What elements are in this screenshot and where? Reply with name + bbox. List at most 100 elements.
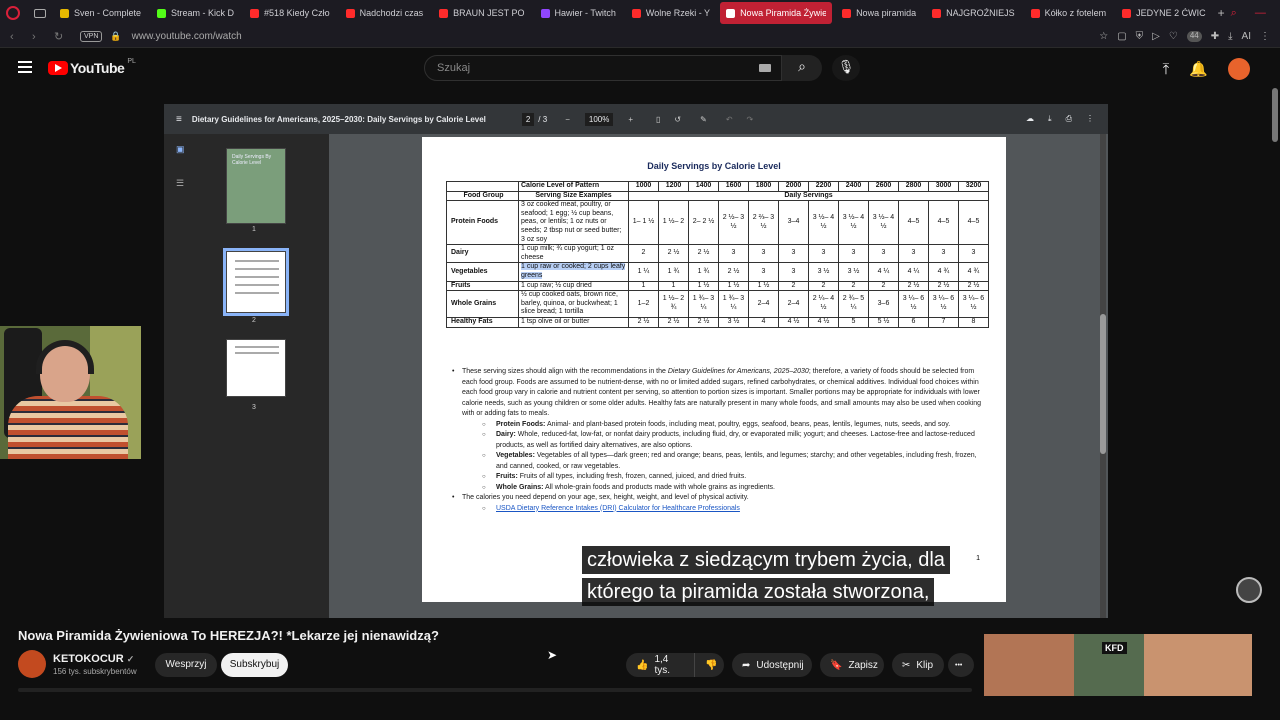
thumbnail-page-2[interactable] (223, 248, 289, 316)
thumbnail-person-right (1144, 634, 1252, 696)
table-cell: 3 (778, 262, 809, 282)
definition-term: Dairy: (496, 431, 516, 438)
browser-tab[interactable]: #518 Kiedy Czło (244, 2, 336, 24)
dri-calculator-link[interactable]: USDA Dietary Reference Intakes (DRI) Cal… (496, 505, 740, 512)
zoom-out-icon[interactable]: − (565, 115, 570, 124)
browser-tab[interactable]: Nadchodzi czas (340, 2, 430, 24)
window-controls: ⌕ — ❐ ✕ (1231, 7, 1280, 20)
back-icon[interactable]: ‹ (10, 31, 22, 43)
more-actions-button[interactable]: ••• (948, 653, 974, 677)
zoom-in-icon[interactable]: + (628, 115, 633, 124)
upload-icon[interactable]: ⤒ (1163, 61, 1170, 78)
puzzle-icon[interactable]: ✚ (1211, 31, 1219, 42)
like-button[interactable]: 👍 1,4 tys. (626, 653, 694, 677)
undo-icon[interactable]: ↶ (726, 115, 733, 124)
recommended-video-thumbnail[interactable]: KFD (984, 634, 1252, 696)
fit-page-icon[interactable]: ▯ (656, 115, 660, 124)
share-button[interactable]: ➦ Udostępnij (732, 653, 812, 677)
youtube-logo[interactable]: YouTube PL (48, 58, 136, 76)
page-number-input[interactable]: 2 (521, 112, 535, 126)
voice-search-button[interactable]: 🎙 (832, 55, 860, 81)
tab-menu-icon[interactable] (34, 8, 46, 18)
browser-tab[interactable]: BRAUN JEST PO (433, 2, 530, 24)
pdf-menu-icon[interactable]: ≡ (176, 114, 182, 125)
table-cell: 2 (868, 280, 899, 292)
thumbnails-view-icon[interactable]: ▣ (176, 144, 185, 155)
extension-badge[interactable]: 44 (1186, 31, 1202, 42)
channel-watermark-icon[interactable] (1236, 577, 1262, 603)
channel-avatar[interactable] (18, 650, 46, 678)
tab-favicon-icon (60, 8, 69, 18)
rotate-icon[interactable]: ↺ (674, 115, 681, 124)
browser-tab[interactable]: Sven - Complete (54, 2, 147, 24)
menu-icon[interactable]: ⋮ (1260, 31, 1270, 42)
video-player[interactable]: ≡ Dietary Guidelines for Americans, 2025… (164, 88, 1108, 618)
browser-tab[interactable]: Wolne Rzeki - Y (626, 2, 716, 24)
table-body: Protein Foods 3 oz cooked meat, poultry, … (446, 200, 989, 328)
browser-tab[interactable]: Hawier - Twitch (535, 2, 622, 24)
snapshot-icon[interactable]: ▢ (1117, 31, 1126, 42)
mouse-cursor-icon: ➤ (547, 648, 558, 662)
note-bullet: These serving sizes should align with th… (450, 367, 990, 420)
table-cell: 3 (718, 244, 749, 264)
bookmark-icon[interactable]: ☆ (1099, 31, 1108, 42)
tab-title: Kółko z fotelem (1044, 8, 1107, 18)
play-icon[interactable]: ▷ (1152, 31, 1160, 42)
opera-logo-icon[interactable] (6, 6, 20, 20)
browser-tab[interactable]: NAJGROŹNIEJS (926, 2, 1021, 24)
url-field[interactable]: www.youtube.com/watch (132, 31, 242, 42)
browser-tab[interactable]: Nowa piramida (836, 2, 922, 24)
browser-tab[interactable]: Stream - Kick D (151, 2, 240, 24)
thumbnail-page-3[interactable] (226, 339, 286, 397)
thumb-line (235, 260, 279, 262)
download-icon[interactable]: ⤓ (1228, 31, 1232, 42)
heart-icon[interactable]: ♡ (1169, 31, 1178, 42)
browser-tab[interactable]: Kółko z fotelem (1025, 2, 1113, 24)
outline-view-icon[interactable]: ☰ (176, 178, 184, 189)
search-button[interactable]: ⌕ (782, 55, 822, 81)
zoom-level[interactable]: 100% (584, 112, 614, 126)
save-button[interactable]: 🔖 Zapisz (820, 653, 884, 677)
dislike-button[interactable]: 👎 (694, 653, 724, 677)
subscribe-button[interactable]: Subskrybuj (221, 653, 288, 677)
table-cell: 4 (748, 316, 779, 328)
pdf-scroll-thumb[interactable] (1100, 314, 1106, 454)
browser-tab[interactable]: JEDYNE 2 ĆWIC (1116, 2, 1212, 24)
header-cell: 3000 (928, 181, 959, 192)
highlighted-selection[interactable]: 1 cup raw or cooked; 2 cups leafy greens (521, 263, 626, 279)
join-button[interactable]: Wesprzyj (155, 653, 217, 677)
header-cell: 1800 (748, 181, 779, 192)
search-icon[interactable]: ⌕ (1231, 7, 1237, 20)
tab-favicon-icon (345, 8, 355, 18)
account-avatar[interactable] (1228, 58, 1250, 80)
page-scrollbar-thumb[interactable] (1272, 88, 1278, 142)
clip-button[interactable]: ✂ Klip (892, 653, 944, 677)
table-cell: 1 ½– 2 (658, 200, 689, 246)
shield-icon[interactable]: ⛨ (1136, 31, 1144, 42)
minimize-icon[interactable]: — (1255, 7, 1266, 19)
ai-button[interactable]: AI (1242, 31, 1251, 42)
menu-hamburger-icon[interactable] (18, 61, 32, 73)
browser-tab[interactable]: Nowa Piramida Żywien (720, 2, 833, 24)
redo-icon[interactable]: ↷ (747, 115, 754, 124)
download-icon[interactable]: ⤓ (1048, 114, 1052, 124)
tab-title: Wolne Rzeki - Y (645, 8, 711, 18)
print-icon[interactable]: ⎙ (1066, 114, 1072, 124)
table-cell: 3 ½– 4 ½ (838, 200, 869, 246)
new-tab-button[interactable]: + (1212, 2, 1231, 24)
note-bullet: The calories you need depend on your age… (450, 493, 990, 504)
vpn-badge[interactable]: VPN (80, 31, 103, 42)
draw-icon[interactable]: ✎ (700, 115, 707, 124)
keyboard-icon[interactable] (759, 64, 771, 72)
more-options-icon[interactable]: ⋮ (1086, 114, 1094, 124)
search-input[interactable]: Szukaj (424, 55, 782, 81)
forward-icon[interactable]: › (32, 31, 44, 43)
reload-icon[interactable]: ↻ (54, 30, 66, 43)
channel-name[interactable]: KETOKOCUR ✓ (53, 653, 134, 665)
thumbnail-page-1[interactable]: Daily Servings By Calorie Level (226, 148, 286, 224)
table-cell: Protein Foods (446, 200, 519, 246)
extension-icons: ☆ ▢ ⛨ ▷ ♡ 44 ✚ ⤓ AI ⋮ (1099, 31, 1280, 42)
save-drive-icon[interactable]: ☁ (1026, 114, 1034, 124)
table-cell: 4–5 (928, 200, 959, 246)
notifications-bell-icon[interactable]: 🔔 (1189, 60, 1208, 78)
